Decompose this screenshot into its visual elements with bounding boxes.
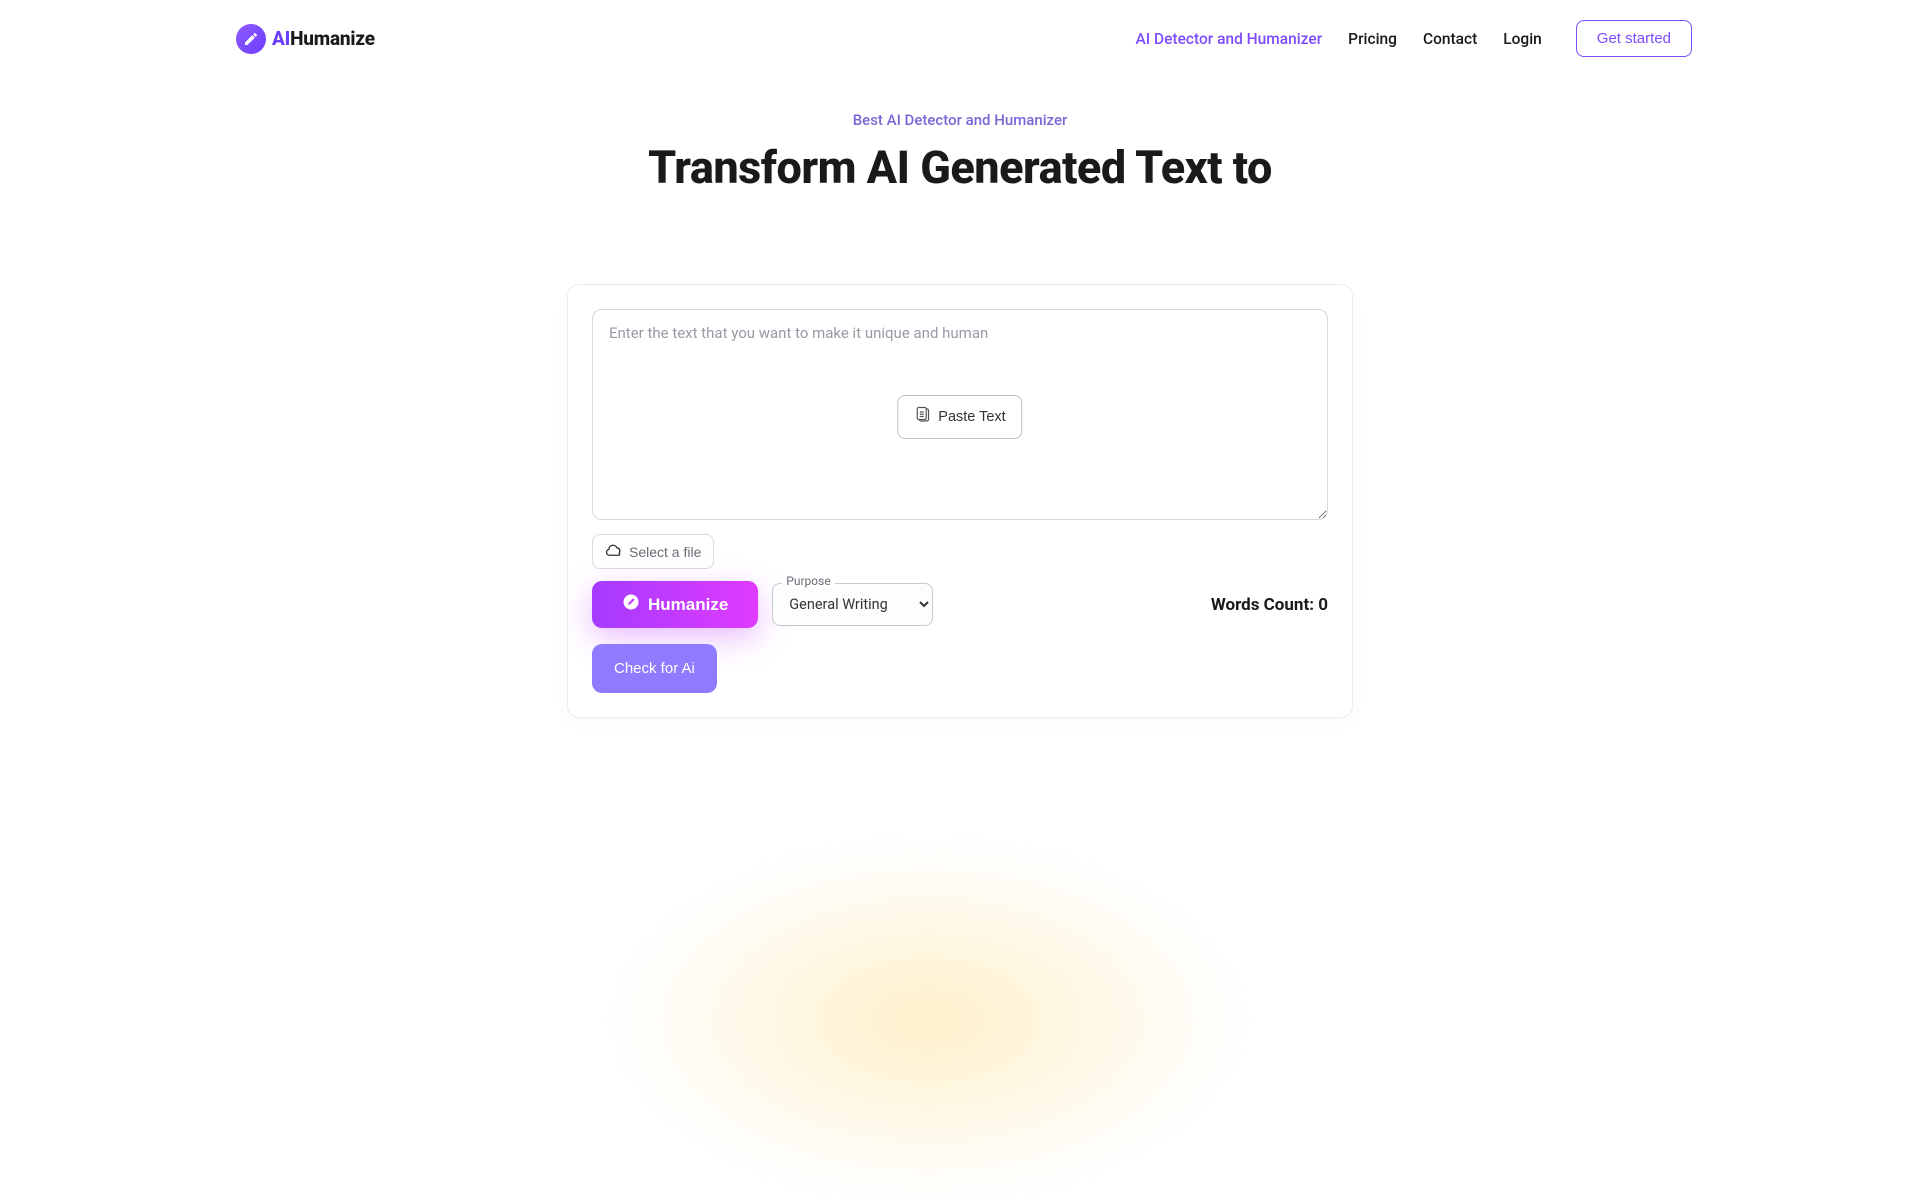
- logo-mark-icon: [236, 24, 266, 54]
- check-ai-button[interactable]: Check for Ai: [592, 644, 717, 693]
- hero-title: Transform AI Generated Text to: [0, 141, 1920, 194]
- clipboard-icon: [914, 406, 932, 428]
- site-header: AIHumanize AI Detector and Humanizer Pri…: [0, 0, 1920, 57]
- get-started-button[interactable]: Get started: [1576, 20, 1692, 57]
- purpose-field: Purpose General Writing: [772, 583, 933, 626]
- logo-text: AIHumanize: [272, 27, 375, 50]
- word-count-value: 0: [1318, 595, 1328, 615]
- hero: Best AI Detector and Humanizer Transform…: [0, 111, 1920, 194]
- nav-pricing[interactable]: Pricing: [1348, 30, 1397, 48]
- hero-eyebrow: Best AI Detector and Humanizer: [0, 111, 1920, 129]
- main-nav: AI Detector and Humanizer Pricing Contac…: [1135, 20, 1692, 57]
- paste-text-button[interactable]: Paste Text: [897, 395, 1022, 439]
- check-row: Check for Ai: [592, 644, 1328, 693]
- humanize-label: Humanize: [648, 595, 728, 615]
- edit-circle-icon: [622, 593, 640, 616]
- logo-text-rest: Humanize: [290, 27, 375, 50]
- decorative-glow: [608, 840, 1248, 1200]
- paste-text-label: Paste Text: [938, 409, 1005, 425]
- word-count: Words Count: 0: [1211, 595, 1328, 615]
- text-input-wrap: Paste Text: [592, 309, 1328, 524]
- nav-detector-humanizer[interactable]: AI Detector and Humanizer: [1135, 30, 1322, 48]
- humanize-button[interactable]: Humanize: [592, 581, 758, 628]
- nav-contact[interactable]: Contact: [1423, 30, 1477, 48]
- select-file-button[interactable]: Select a file: [592, 534, 714, 569]
- nav-login[interactable]: Login: [1503, 30, 1542, 48]
- logo[interactable]: AIHumanize: [236, 24, 375, 54]
- cloud-upload-icon: [605, 543, 623, 560]
- file-row: Select a file: [592, 534, 1328, 569]
- logo-text-ai: AI: [272, 27, 290, 50]
- editor-card: Paste Text Select a file Humanize Purpos…: [567, 284, 1353, 718]
- purpose-select[interactable]: General Writing: [772, 583, 933, 626]
- purpose-label: Purpose: [782, 574, 834, 588]
- word-count-label: Words Count:: [1211, 595, 1318, 615]
- controls-row: Humanize Purpose General Writing Words C…: [592, 581, 1328, 628]
- select-file-label: Select a file: [629, 544, 701, 560]
